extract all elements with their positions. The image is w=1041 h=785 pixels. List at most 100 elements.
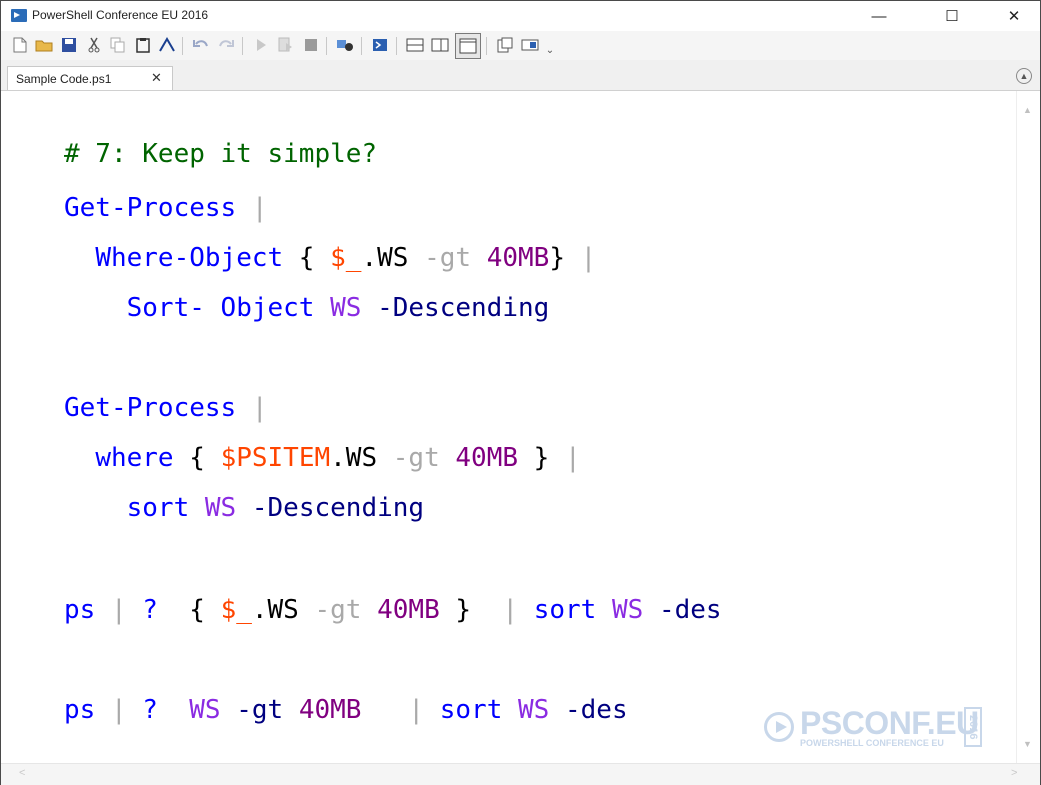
scroll-up-arrow-icon[interactable]: ▲ xyxy=(1023,105,1032,115)
horizontal-scrollbar[interactable]: < > xyxy=(1,763,1040,785)
brace-token: } xyxy=(518,443,550,473)
toolbar: ⌄ xyxy=(1,31,1040,60)
remote-icon[interactable] xyxy=(336,36,354,54)
minimize-button[interactable]: — xyxy=(856,1,902,31)
run-selection-icon[interactable] xyxy=(277,36,295,54)
pscconf-watermark: PSCONF.EU POWERSHELL CONFERENCE EU 2016 xyxy=(764,705,994,751)
variable-token: $PSITEM xyxy=(220,443,331,473)
command-token: Where-Object xyxy=(95,243,284,273)
brace-token: } xyxy=(439,595,472,625)
toolbar-separator xyxy=(486,37,487,55)
command-token: ps xyxy=(64,595,96,625)
variable-token: $_ xyxy=(220,595,252,625)
ise-window: PowerShell Conference EU 2016 — ☐ ✕ ⌄ Sa… xyxy=(0,0,1041,785)
command-token: sort xyxy=(126,493,190,523)
pipe-token: | xyxy=(95,695,143,725)
powershell-app-icon xyxy=(11,9,27,22)
tab-strip: Sample Code.ps1 ✕ ▲ xyxy=(1,60,1040,91)
toolbar-separator xyxy=(396,37,397,55)
save-icon[interactable] xyxy=(60,36,78,54)
argument-token: WS xyxy=(330,293,362,323)
script-editor[interactable]: # 7: Keep it simple? Get-Process | Where… xyxy=(1,91,1040,763)
number-token: 40MB xyxy=(377,595,440,625)
stop-icon[interactable] xyxy=(302,36,320,54)
maximize-button[interactable]: ☐ xyxy=(929,1,975,31)
watermark-tagline: POWERSHELL CONFERENCE EU xyxy=(800,738,944,748)
addon-icon[interactable] xyxy=(521,36,539,54)
parameter-token: -Descending xyxy=(251,493,425,523)
layout-top-icon[interactable] xyxy=(406,36,424,54)
command-token: Sort- Object xyxy=(126,293,315,323)
pipe-token: | xyxy=(471,595,534,625)
property-token: .WS xyxy=(330,443,393,473)
copy-icon[interactable] xyxy=(109,36,127,54)
tab-close-icon[interactable]: ✕ xyxy=(151,70,162,86)
tab-sample-code[interactable]: Sample Code.ps1 ✕ xyxy=(7,66,173,90)
code-line-9: ps | ? WS -gt 40MB | sort WS -des xyxy=(64,693,628,727)
scroll-left-arrow-icon[interactable]: < xyxy=(19,767,25,779)
operator-token: -gt xyxy=(392,443,440,473)
code-line-6: where { $PSITEM.WS -gt 40MB } | xyxy=(64,441,580,475)
code-line-5: Get-Process | xyxy=(64,391,268,425)
code-line-2: Get-Process | xyxy=(64,191,268,225)
redo-icon[interactable] xyxy=(217,36,235,54)
command-token: sort xyxy=(439,695,503,725)
watermark-year: 2016 xyxy=(964,707,982,747)
paste-icon[interactable] xyxy=(134,36,152,54)
command-token: Get-Process xyxy=(64,393,237,423)
code-line-1: # 7: Keep it simple? xyxy=(64,137,377,171)
window-title: PowerShell Conference EU 2016 xyxy=(32,8,209,22)
layout-max-icon[interactable] xyxy=(455,33,481,59)
command-token: ? xyxy=(142,695,158,725)
open-folder-icon[interactable] xyxy=(35,36,53,54)
scroll-right-arrow-icon[interactable]: > xyxy=(1011,767,1017,779)
pipe-token: | xyxy=(236,393,268,423)
play-logo-icon xyxy=(764,712,794,742)
number-token: 40MB xyxy=(455,443,519,473)
cut-icon[interactable] xyxy=(85,36,103,54)
toolbar-separator xyxy=(361,37,362,55)
command-token: ps xyxy=(64,695,96,725)
property-token: .WS xyxy=(251,595,315,625)
command-token: sort xyxy=(533,595,597,625)
console-icon[interactable] xyxy=(158,36,176,54)
commands-icon[interactable] xyxy=(496,36,514,54)
code-line-3: Where-Object { $_.WS -gt 40MB} | xyxy=(64,241,596,275)
undo-icon[interactable] xyxy=(192,36,210,54)
overflow-icon[interactable]: ⌄ xyxy=(541,41,559,59)
operator-token: -gt xyxy=(314,595,362,625)
parameter-token: -des xyxy=(658,595,722,625)
close-button[interactable]: ✕ xyxy=(991,1,1037,31)
new-file-icon[interactable] xyxy=(11,36,29,54)
command-token: ? xyxy=(142,595,158,625)
powershell-icon[interactable] xyxy=(371,36,389,54)
layout-right-icon[interactable] xyxy=(431,36,449,54)
watermark-brand: PSCONF.EU xyxy=(800,705,979,741)
brace-token: } xyxy=(549,243,565,273)
pipe-token: | xyxy=(564,243,597,273)
parameter-token: -des xyxy=(565,695,628,725)
operator-token: -gt xyxy=(424,243,472,273)
argument-token: WS xyxy=(189,695,221,725)
vertical-scrollbar[interactable]: ▲ ▼ xyxy=(1016,91,1039,763)
code-line-7: sort WS -Descending xyxy=(64,491,424,525)
collapse-script-pane-icon[interactable]: ▲ xyxy=(1016,68,1032,84)
number-token: 40MB xyxy=(486,243,550,273)
pipe-token: | xyxy=(361,695,440,725)
run-icon[interactable] xyxy=(252,36,270,54)
scroll-down-arrow-icon[interactable]: ▼ xyxy=(1023,739,1032,749)
